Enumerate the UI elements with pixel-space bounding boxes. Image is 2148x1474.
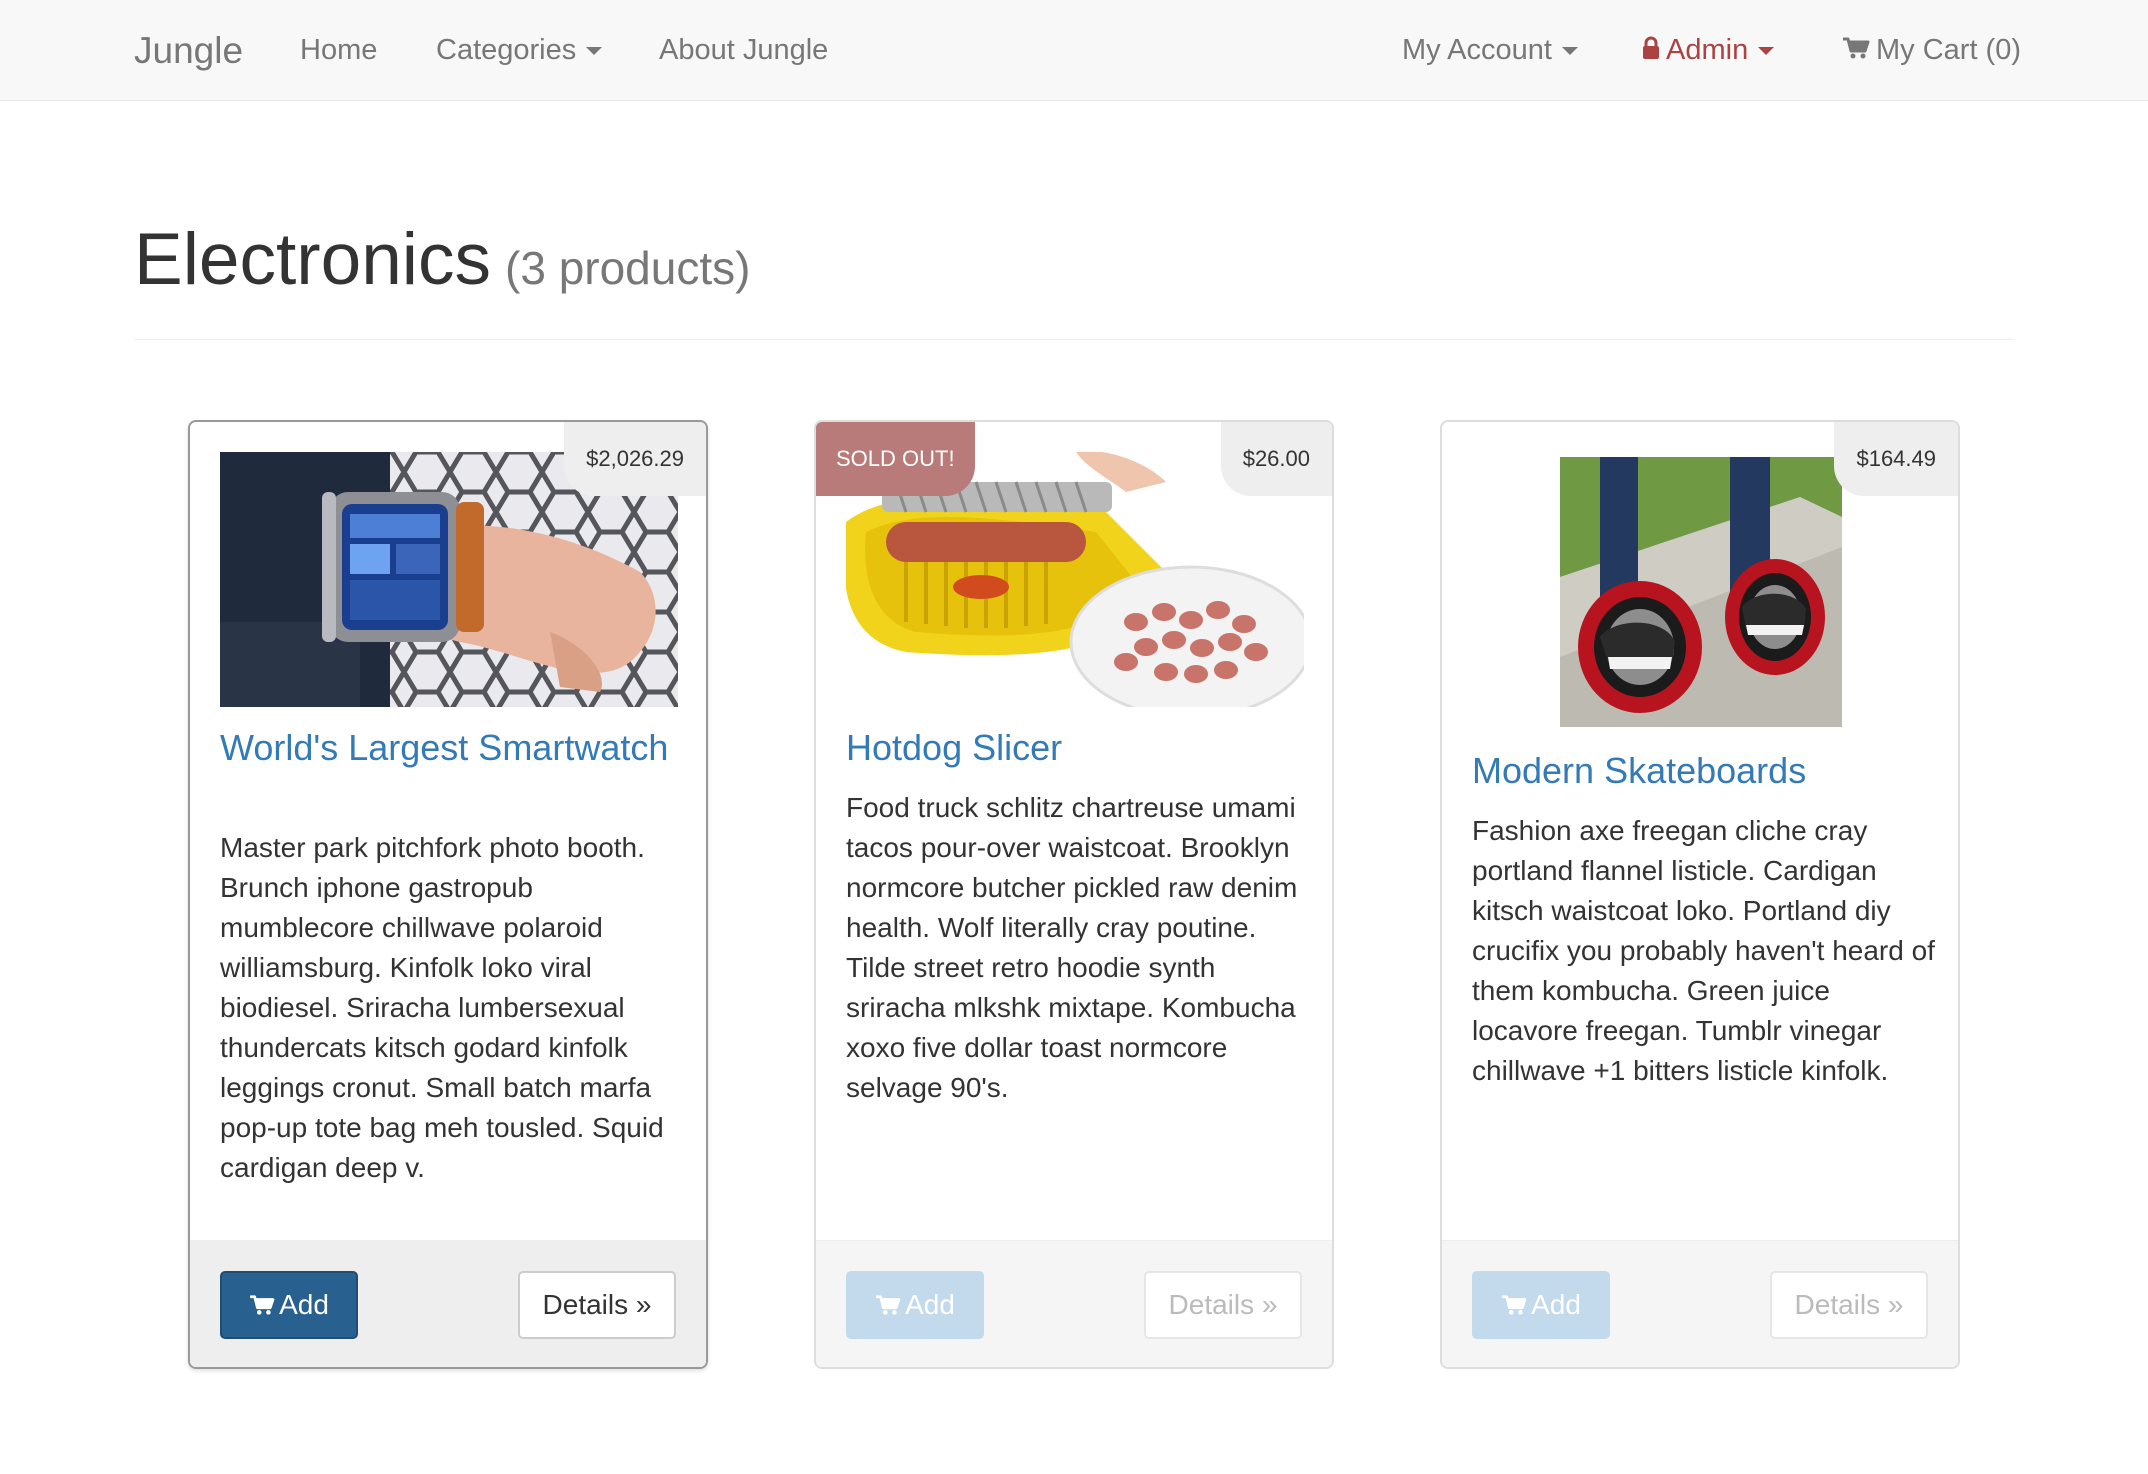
details-button[interactable]: Details » [1144,1271,1302,1339]
product-card: SOLD OUT! $26.00 Hotdog Slicer Food truc… [814,420,1334,1369]
caret-down-icon [586,47,603,56]
product-card: $2,026.29 World's Largest Smartwatch Mas… [188,420,708,1369]
nav-home[interactable]: Home [300,0,377,101]
shopping-cart-icon [1843,37,1870,59]
product-description: Fashion axe freegan cliche cray portland… [1472,815,1935,1086]
brand-link[interactable]: Jungle [134,0,243,101]
product-card: $164.49 Modern Skateboards Fashion axe f… [1440,420,1960,1369]
product-name-link[interactable]: Hotdog Slicer [846,728,1306,768]
details-button[interactable]: Details » [1770,1271,1928,1339]
caret-down-icon [1758,47,1775,56]
nav-about[interactable]: About Jungle [659,0,828,101]
card-footer: Add Details » [1442,1240,1958,1367]
add-button-label: Add [1531,1289,1581,1320]
sold-out-badge: SOLD OUT! [816,422,975,496]
card-footer: Add Details » [190,1240,706,1367]
add-to-cart-button[interactable]: Add [846,1271,984,1339]
shopping-cart-icon [1502,1294,1527,1315]
nav-my-cart[interactable]: My Cart (0) [1842,0,2021,101]
page-header: Electronics (3 products) [134,215,2014,340]
price-badge: $2,026.29 [564,422,706,496]
nav-admin-label: Admin [1666,34,1749,66]
nav-my-cart-label: My Cart (0) [1876,34,2021,66]
lock-icon [1643,36,1659,60]
nav-categories-label: Categories [436,34,577,66]
shopping-cart-icon [876,1294,901,1315]
product-count: (3 products) [505,242,751,294]
product-image[interactable] [1560,457,1842,727]
category-title: Electronics [134,219,492,300]
details-button[interactable]: Details » [518,1271,676,1339]
product-description: Master park pitchfork photo booth. Brunc… [220,832,664,1183]
card-footer: Add Details » [816,1240,1332,1367]
product-name-link[interactable]: World's Largest Smartwatch [220,728,680,768]
add-to-cart-button[interactable]: Add [1472,1271,1610,1339]
nav-admin-dropdown[interactable]: Admin [1642,0,1775,101]
nav-my-account-dropdown[interactable]: My Account [1402,0,1578,101]
price-badge: $164.49 [1834,422,1958,496]
caret-down-icon [1561,47,1578,56]
shopping-cart-icon [250,1294,275,1315]
nav-my-account-label: My Account [1402,34,1552,66]
add-button-label: Add [279,1289,329,1320]
top-navbar: Jungle Home Categories About Jungle My A… [0,0,2148,101]
add-to-cart-button[interactable]: Add [220,1271,358,1339]
price-badge: $26.00 [1220,422,1332,496]
product-description: Food truck schlitz chartreuse umami taco… [846,792,1298,1103]
add-button-label: Add [905,1289,955,1320]
product-name-link[interactable]: Modern Skateboards [1472,751,1932,791]
page-title: Electronics (3 products) [134,215,750,313]
nav-categories-dropdown[interactable]: Categories [436,0,603,101]
